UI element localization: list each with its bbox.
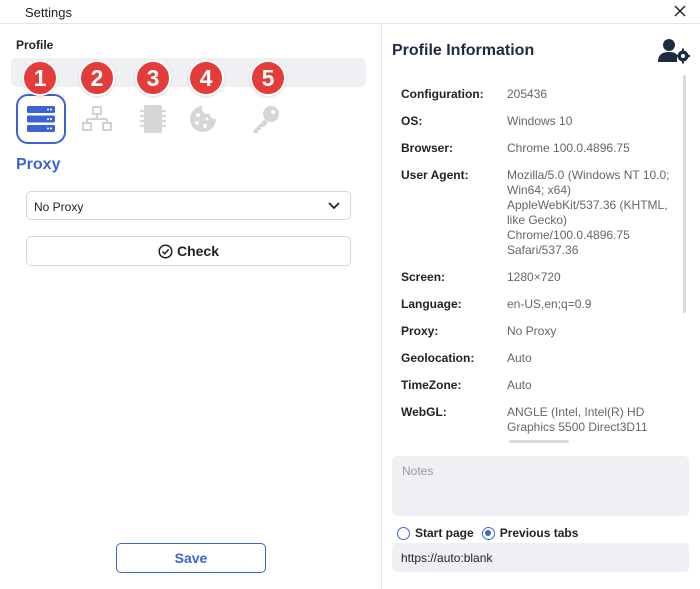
step-badge-4: 4 <box>188 60 224 96</box>
info-value: Auto <box>507 378 532 392</box>
step-badge-5: 5 <box>250 60 286 96</box>
close-icon[interactable] <box>672 3 688 19</box>
profile-info-list: Configuration: 205436 OS: Windows 10 Bro… <box>401 85 681 457</box>
radio-start-page-label[interactable]: Start page <box>415 526 474 540</box>
chevron-down-icon <box>328 202 340 210</box>
info-value: Windows 10 <box>507 114 573 128</box>
save-button[interactable]: Save <box>116 543 266 573</box>
check-button-label: Check <box>176 243 220 259</box>
info-value: 1280×720 <box>507 270 561 284</box>
check-proxy-button[interactable]: Check <box>26 236 351 266</box>
info-value: Auto <box>507 351 532 365</box>
user-settings-icon[interactable] <box>658 38 690 64</box>
start-url-input[interactable]: https://auto:blank <box>392 543 689 572</box>
tab-key[interactable] <box>240 94 290 144</box>
info-value: Mozilla/5.0 (Windows NT 10.0; Win64; x64… <box>507 168 670 257</box>
chip-icon <box>140 105 166 133</box>
info-key: User Agent: <box>401 168 469 182</box>
settings-left-panel: Profile 1 2 3 4 5 Proxy No Proxy Check S… <box>0 25 382 589</box>
check-circle-icon <box>158 243 173 259</box>
tab-cookies[interactable] <box>178 94 228 144</box>
info-key: Geolocation: <box>401 351 475 365</box>
info-key: OS: <box>401 114 423 128</box>
info-value: ANGLE (Intel, Intel(R) HD Graphics 5500 … <box>507 405 648 434</box>
start-url-value: https://auto:blank <box>401 551 493 565</box>
step-badge-1: 1 <box>22 60 58 96</box>
step-badge-2: 2 <box>79 60 115 96</box>
radio-previous-tabs-label[interactable]: Previous tabs <box>500 526 579 540</box>
tab-hardware[interactable] <box>128 94 178 144</box>
info-value: No Proxy <box>507 324 557 338</box>
info-key: Configuration: <box>401 87 484 101</box>
info-key: Browser: <box>401 141 454 155</box>
info-vertical-scrollbar[interactable] <box>683 75 686 313</box>
info-horizontal-scrollbar[interactable] <box>509 440 569 443</box>
profile-label: Profile <box>16 38 54 52</box>
info-key: TimeZone: <box>401 378 462 392</box>
info-value: 205436 <box>507 87 548 101</box>
key-icon <box>253 106 279 133</box>
info-key: Screen: <box>401 270 446 284</box>
info-key: Proxy: <box>401 324 439 338</box>
title-bar: Settings <box>0 0 700 24</box>
notes-textarea[interactable]: Notes <box>392 456 689 516</box>
notes-placeholder: Notes <box>402 464 434 478</box>
server-icon <box>27 106 55 132</box>
section-title-proxy: Proxy <box>16 156 61 173</box>
tab-network[interactable] <box>72 94 122 144</box>
window-title: Settings <box>25 5 72 20</box>
info-key: Language: <box>401 297 462 311</box>
startup-options: Start page Previous tabs <box>397 525 586 541</box>
info-value: Chrome 100.0.4896.75 <box>507 141 630 155</box>
radio-previous-tabs[interactable] <box>481 526 495 540</box>
network-icon <box>82 106 112 131</box>
step-badge-3: 3 <box>135 60 171 96</box>
info-value: en-US,en;q=0.9 <box>507 297 592 311</box>
profile-info-panel: Profile Information Configuration: 20543… <box>383 25 700 589</box>
radio-start-page[interactable] <box>397 526 410 540</box>
proxy-select[interactable]: No Proxy <box>26 191 351 220</box>
cookie-icon <box>190 106 216 132</box>
proxy-select-value: No Proxy <box>34 200 84 214</box>
tab-proxy[interactable] <box>16 94 66 144</box>
info-key: WebGL: <box>401 405 447 419</box>
profile-info-title: Profile Information <box>392 42 535 59</box>
